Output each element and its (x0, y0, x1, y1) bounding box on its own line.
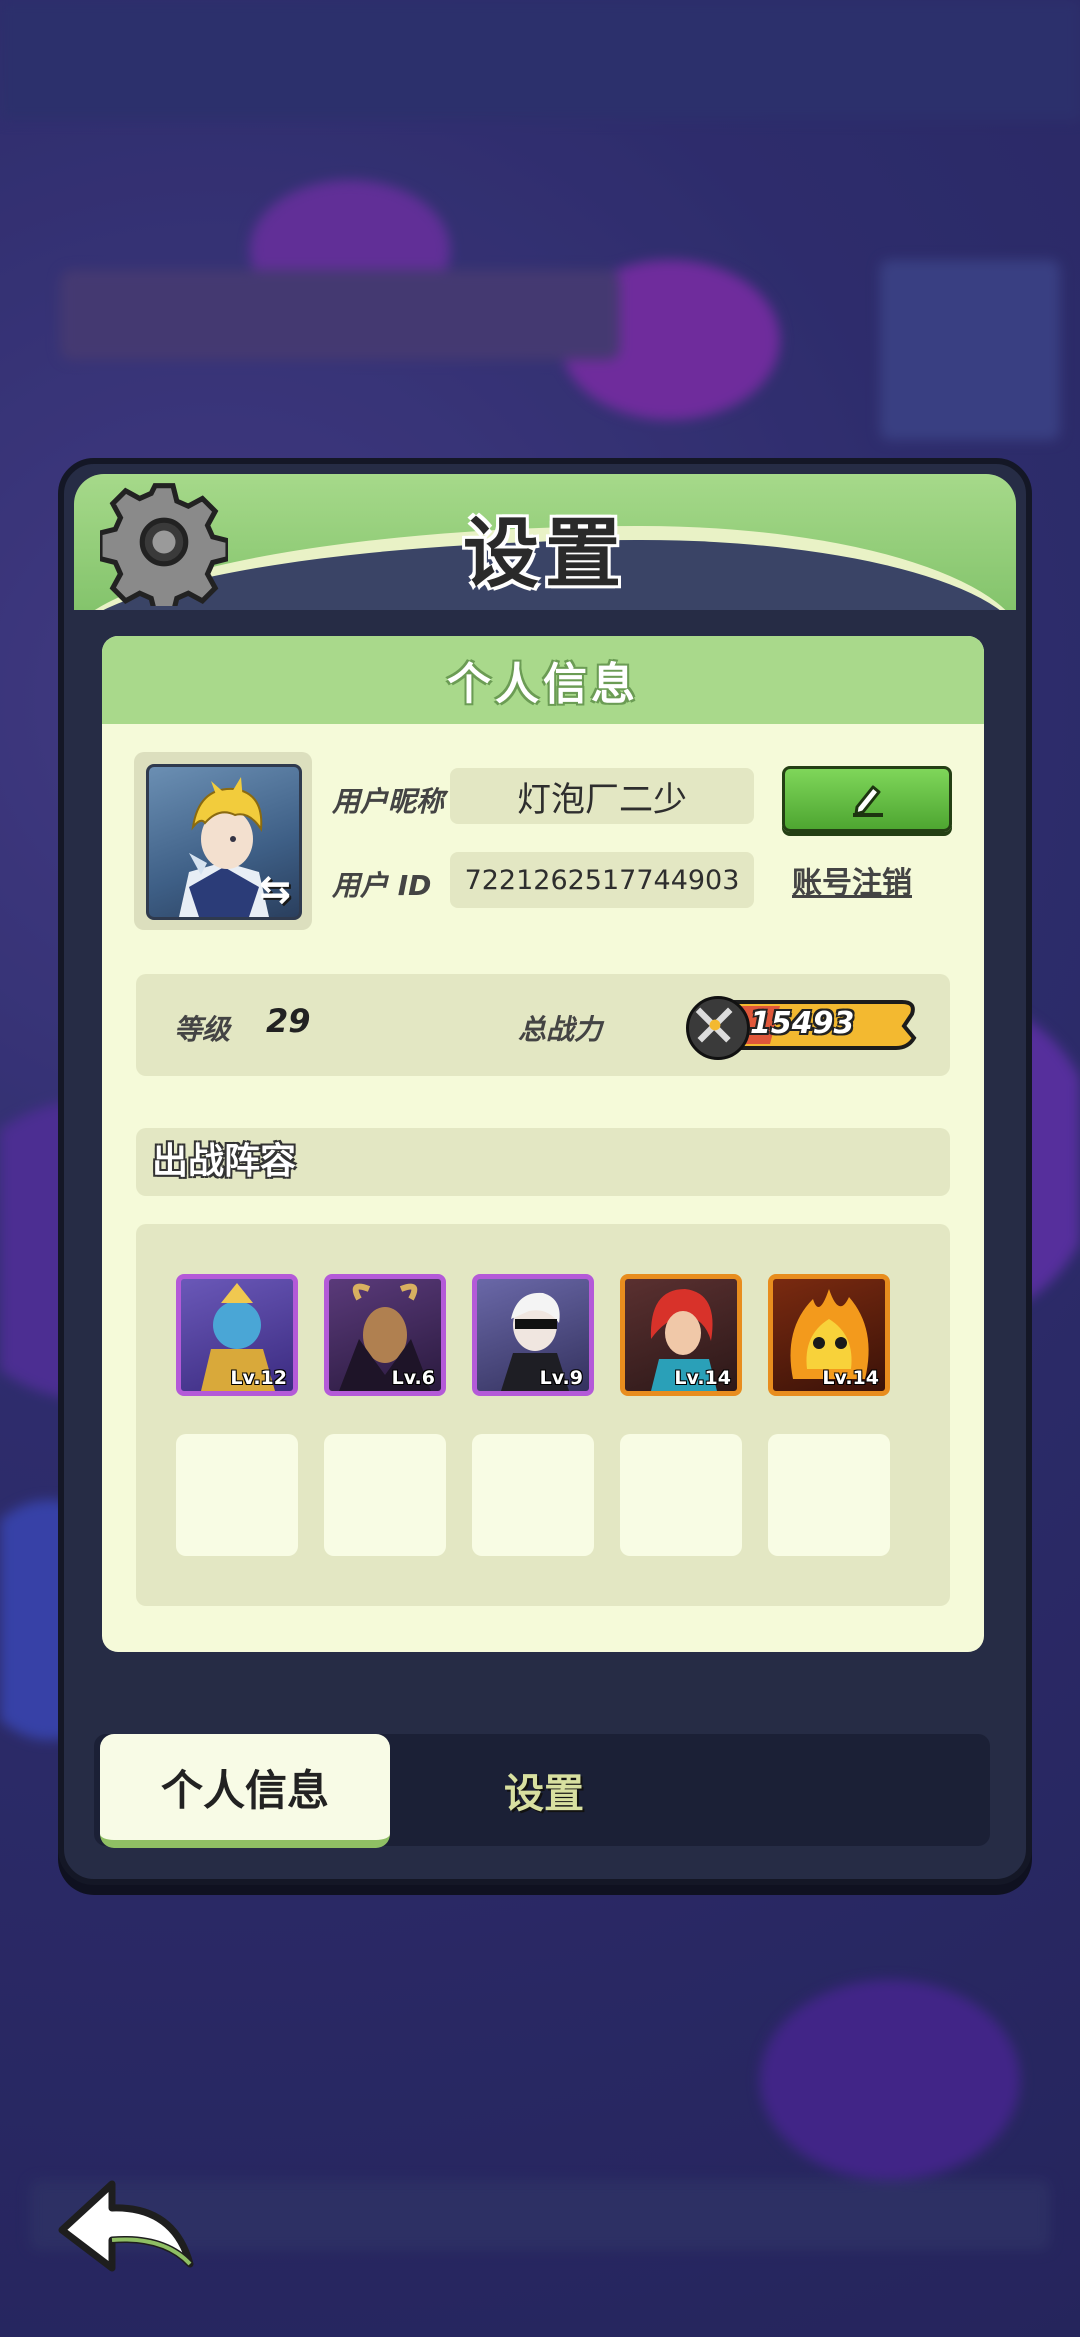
profile-card: 个人信息 ⇆ 用户昵称 灯泡厂二少 用户 ID 7221262517744903… (102, 636, 984, 1652)
pencil-icon (853, 785, 883, 817)
tab-bar: 个人信息 设置 (94, 1734, 990, 1848)
settings-panel: 设置 个人信息 ⇆ 用户昵称 灯泡厂二少 用户 ID 7221262517744… (58, 458, 1032, 1885)
crossed-swords-icon (686, 996, 750, 1060)
power-badge: 15493 (686, 996, 920, 1060)
avatar-frame[interactable]: ⇆ (134, 752, 312, 930)
hero-card-2[interactable]: Lv.6 (324, 1274, 446, 1396)
nickname-field: 灯泡厂二少 (450, 768, 754, 824)
user-id-label: 用户 ID (332, 869, 432, 902)
user-id-field: 7221262517744903 (450, 852, 754, 908)
avatar[interactable]: ⇆ (146, 764, 302, 920)
back-arrow-icon (58, 2180, 194, 2272)
power-label: 总战力 (518, 1013, 603, 1046)
back-button[interactable] (54, 2168, 204, 2288)
level-label: 等级 (174, 1013, 231, 1046)
empty-slot-1[interactable] (176, 1434, 298, 1556)
hero-level: Lv.14 (674, 1367, 731, 1389)
swap-icon[interactable]: ⇆ (259, 867, 291, 911)
hero-card-1[interactable]: Lv.12 (176, 1274, 298, 1396)
power-value: 15493 (750, 1006, 855, 1041)
tab-profile[interactable]: 个人信息 (100, 1734, 390, 1848)
empty-slot-2[interactable] (324, 1434, 446, 1556)
lineup-container: Lv.12 Lv.6 Lv.9 Lv.14 Lv.14 (136, 1224, 950, 1606)
hero-level: Lv.6 (391, 1367, 435, 1389)
level-value: 29 (266, 1002, 311, 1040)
stats-row: 等级 29 总战力 15493 (136, 974, 950, 1076)
tab-settings[interactable]: 设置 (394, 1734, 694, 1846)
hero-level: Lv.9 (539, 1367, 583, 1389)
delete-account-link[interactable]: 账号注销 (792, 858, 912, 902)
lineup-title: 出战阵容 (136, 1128, 950, 1196)
section-title: 个人信息 (102, 636, 984, 724)
hero-card-3[interactable]: Lv.9 (472, 1274, 594, 1396)
empty-slot-5[interactable] (768, 1434, 890, 1556)
edit-nickname-button[interactable] (782, 766, 952, 832)
empty-slot-4[interactable] (620, 1434, 742, 1556)
panel-header: 设置 (74, 474, 1016, 610)
empty-slot-3[interactable] (472, 1434, 594, 1556)
panel-title: 设置 (463, 509, 627, 598)
nickname-label: 用户昵称 (332, 785, 445, 818)
hero-card-5[interactable]: Lv.14 (768, 1274, 890, 1396)
hero-level: Lv.12 (230, 1367, 287, 1389)
hero-card-4[interactable]: Lv.14 (620, 1274, 742, 1396)
hero-level: Lv.14 (822, 1367, 879, 1389)
